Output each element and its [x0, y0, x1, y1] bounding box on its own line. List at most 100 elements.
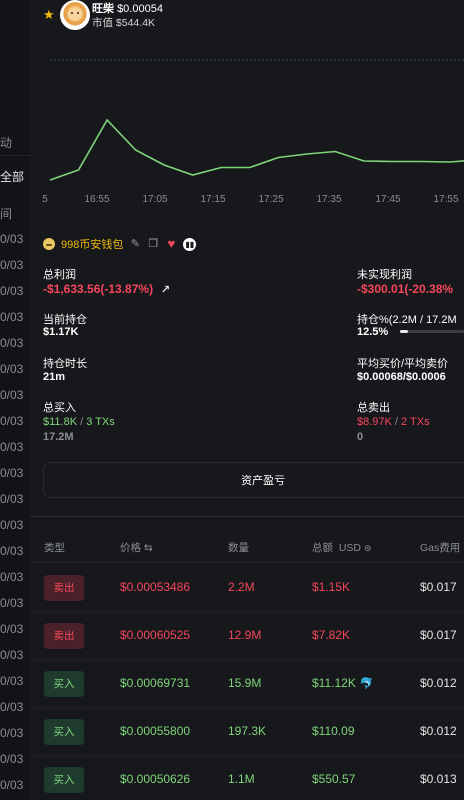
duration-value: 21m: [43, 371, 66, 383]
total-buy-amount: $11.8K: [43, 416, 78, 428]
trade-total: $7.82K: [312, 628, 351, 642]
total-profit-value: -$1,633.56(-13.87%) ↗: [43, 282, 171, 296]
buy-badge: 买入: [44, 671, 84, 697]
x-tick-label: 5: [42, 194, 48, 205]
avg-price-value: $0.00068/$0.0006: [357, 371, 446, 383]
copy-icon[interactable]: ❐: [147, 238, 159, 250]
holding-value: $1.17K: [43, 326, 79, 338]
table-row[interactable]: 卖出 $0.00053486 2.2M $1.15K $0.017: [30, 564, 464, 612]
separator: /: [77, 416, 87, 428]
col-total-label: 总额: [312, 542, 333, 554]
divider: [30, 562, 464, 563]
bg-row-date: 0/03: [0, 232, 24, 246]
price-line: [49, 118, 464, 181]
dog-icon: [68, 8, 82, 20]
swap-icon[interactable]: ⊜: [364, 543, 372, 553]
total-sell-qty: 0: [357, 431, 364, 443]
table-row[interactable]: 买入 $0.00069731 15.9M $11.12K 🐬 $0.012: [30, 660, 464, 708]
bg-row-date: 0/03: [0, 466, 24, 480]
x-tick-label: 17:15: [200, 194, 225, 205]
col-type: 类型: [44, 542, 65, 554]
heart-icon[interactable]: ♥: [165, 237, 177, 250]
bg-row-date: 0/03: [0, 440, 24, 454]
trade-total: $1.15K: [312, 580, 351, 594]
token-price: $0.00054: [117, 3, 163, 15]
col-price[interactable]: 价格 ⇆: [120, 540, 153, 555]
total-buy-txs: 3 TXs: [86, 416, 115, 428]
asset-pnl-button[interactable]: 资产盈亏: [43, 462, 464, 498]
table-row[interactable]: 卖出 $0.00060525 12.9M $7.82K $0.017: [30, 612, 464, 660]
dolphin-icon: 🐬: [359, 678, 374, 690]
bg-filter-all[interactable]: 全部: [0, 168, 24, 185]
trade-qty: 2.2M: [228, 580, 255, 594]
sell-badge: 卖出: [44, 623, 84, 649]
total-profit-amount: -$1,633.56(-13.87%): [43, 282, 154, 296]
total-sell-label: 总卖出: [357, 402, 390, 414]
external-link-icon[interactable]: ↗: [159, 284, 171, 296]
trade-price: $0.00069731: [120, 676, 191, 690]
buy-badge: 买入: [44, 767, 84, 793]
total-sell-amount: $8.97K: [357, 416, 392, 428]
background-sidebar: 动 全部 间 0/03 0/03 0/03 0/03 0/03 0/03 0/0…: [0, 0, 30, 800]
unrealized-profit-value: -$300.01(-20.38%: [357, 282, 454, 296]
duration-label: 持仓时长: [43, 358, 87, 370]
currency-toggle[interactable]: USD: [339, 542, 361, 554]
trade-qty: 1.1M: [228, 772, 255, 786]
holding-progress: [400, 330, 464, 333]
trade-price: $0.00055800: [120, 724, 191, 738]
bg-row-date: 0/03: [0, 336, 24, 350]
bg-row-date: 0/03: [0, 492, 24, 506]
trade-gas: $0.017: [420, 628, 457, 642]
trade-total: $110.09: [312, 724, 355, 738]
trade-gas: $0.012: [420, 724, 457, 738]
avg-price-label: 平均买价/平均卖价: [357, 358, 449, 370]
token-title: 旺柴 $0.00054: [92, 0, 163, 16]
bg-row-date: 0/03: [0, 310, 24, 324]
bg-row-date: 0/03: [0, 414, 24, 428]
bg-row-date: 0/03: [0, 362, 24, 376]
trade-gas: $0.013: [420, 772, 457, 786]
bg-row-date: 0/03: [0, 778, 24, 792]
col-qty: 数量: [228, 542, 249, 554]
token-avatar: [60, 0, 90, 30]
bg-row-date: 0/03: [0, 258, 24, 272]
trade-total: $11.12K 🐬: [312, 676, 374, 690]
trade-total: $550.57: [312, 772, 356, 786]
bg-label: 动: [0, 136, 13, 150]
bg-row-date: 0/03: [0, 648, 24, 662]
trade-price: $0.00053486: [120, 580, 191, 594]
trade-gas: $0.017: [420, 580, 457, 594]
table-row[interactable]: 买入 $0.00055800 197.3K $110.09 $0.012: [30, 708, 464, 756]
x-tick-label: 17:05: [142, 194, 167, 205]
x-tick-label: 16:55: [84, 194, 109, 205]
price-chart: 5 16:55 17:05 17:15 17:25 17:35 17:45 17:55: [42, 59, 464, 205]
total-buy-label: 总买入: [43, 402, 76, 414]
trade-price: $0.00050626: [120, 772, 191, 786]
holding-pct-value: 12.5%: [357, 326, 389, 338]
x-tick-label: 17:45: [375, 194, 400, 205]
bg-row-date: 0/03: [0, 752, 24, 766]
edit-icon[interactable]: ✎: [129, 238, 141, 250]
sell-badge: 卖出: [44, 575, 84, 601]
total-sell-value: $8.97K / 2 TXs: [357, 416, 430, 428]
total-profit-label: 总利润: [43, 269, 76, 281]
buy-badge: 买入: [44, 719, 84, 745]
wallet-row: 998币安钱包 ✎ ❐ ♥ ▮▮: [43, 236, 197, 252]
divider: [30, 516, 464, 517]
trade-price: $0.00060525: [120, 628, 191, 642]
bg-row-date: 0/03: [0, 284, 24, 298]
separator: /: [391, 416, 402, 428]
wallet-emoji-icon: [43, 238, 55, 250]
col-total: 总额 USD ⊜: [312, 540, 371, 555]
table-row[interactable]: 买入 $0.00050626 1.1M $550.57 $0.013: [30, 756, 464, 800]
chart-icon[interactable]: ▮▮: [183, 237, 197, 251]
star-icon[interactable]: ★: [43, 7, 55, 23]
total-sell-txs: 2 TXs: [401, 416, 430, 428]
wallet-name[interactable]: 998币安钱包: [61, 236, 123, 252]
token-name: 旺柴: [92, 3, 114, 15]
col-gas: Gas费用: [420, 542, 461, 554]
token-header: ★ 旺柴 $0.00054 市值 $544.4K: [30, 0, 464, 36]
bg-row-date: 0/03: [0, 700, 24, 714]
x-tick-label: 17:35: [316, 194, 341, 205]
trade-qty: 12.9M: [228, 628, 262, 642]
